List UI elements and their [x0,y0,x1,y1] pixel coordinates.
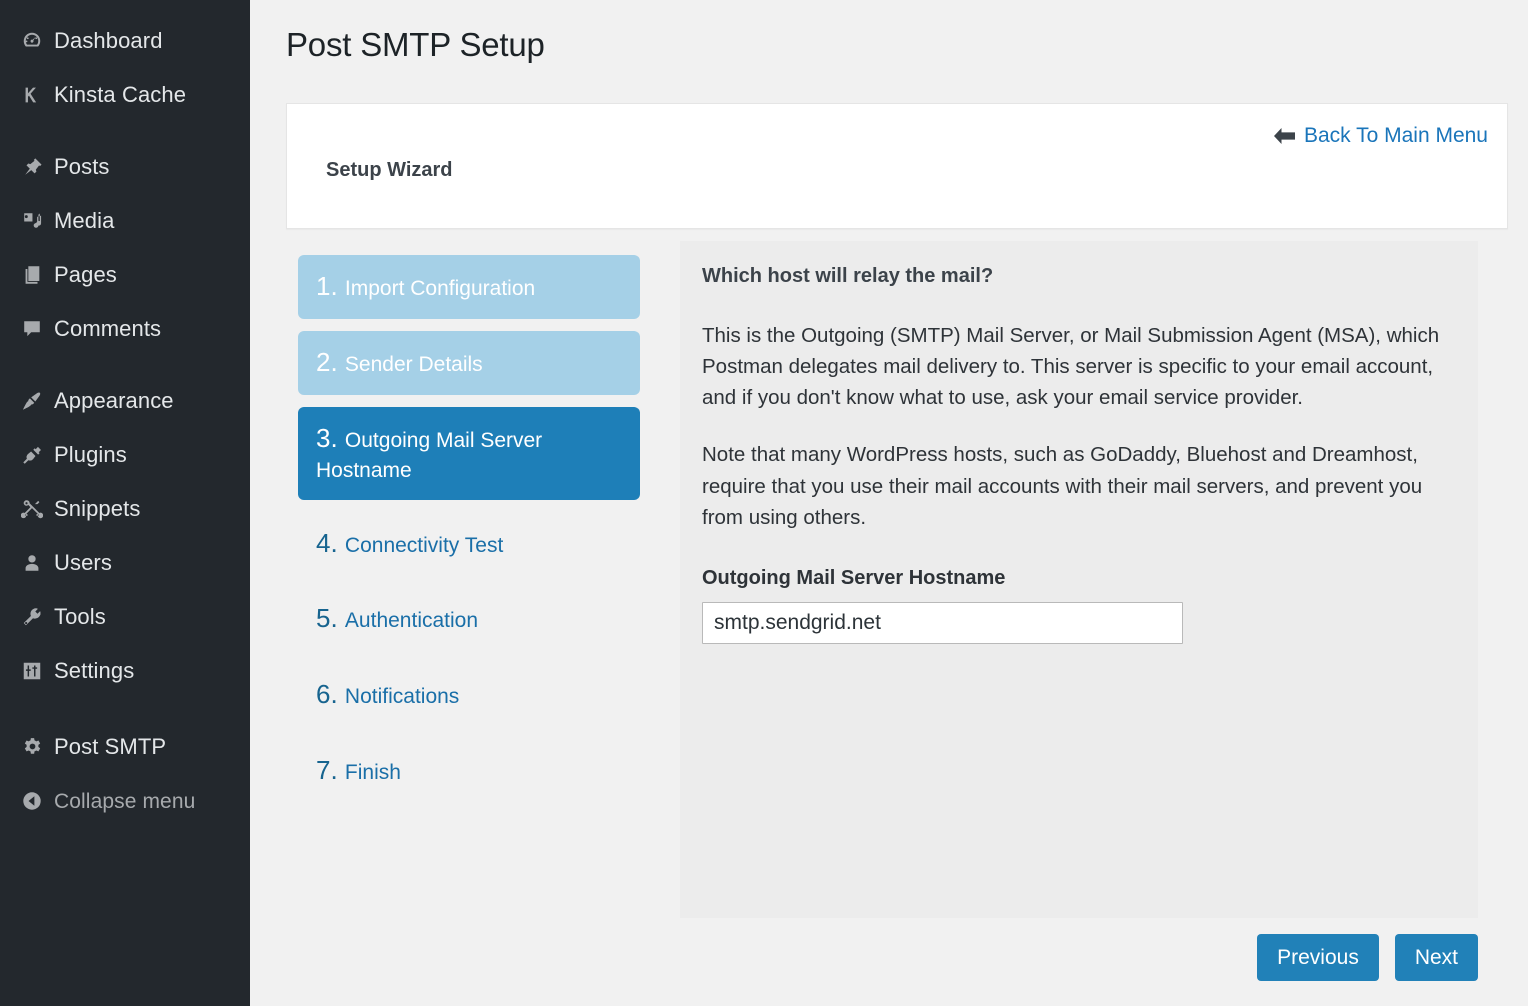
step-label: Sender Details [344,352,483,376]
sidebar-item-users[interactable]: Users [0,536,250,590]
wizard-footer-buttons: Previous Next [1257,934,1478,981]
sidebar-item-label: Collapse menu [54,789,196,813]
sidebar-item-media[interactable]: Media [0,194,250,248]
admin-screen: Dashboard Kinsta Cache Posts Media Pages… [0,0,1528,1006]
page-title: Post SMTP Setup [286,26,545,63]
scissors-icon [10,498,54,520]
hostname-field-label: Outgoing Mail Server Hostname [702,566,1006,589]
sidebar-item-posts[interactable]: Posts [0,140,250,194]
user-icon [10,552,54,574]
sidebar-item-settings[interactable]: Settings [0,644,250,698]
sidebar-item-label: Snippets [54,496,141,521]
step-number: 6. [316,679,345,710]
sidebar-item-label: Kinsta Cache [54,82,187,107]
step-label: Notifications [344,685,460,709]
content-paragraph-1: This is the Outgoing (SMTP) Mail Server,… [702,324,1440,410]
kinsta-k-icon [10,84,54,106]
step-label: Import Configuration [344,277,536,300]
wizard-step-4[interactable]: 4. Connectivity Test [298,512,640,576]
hostname-input[interactable] [702,601,1183,644]
sidebar-divider-1 [0,122,250,140]
sidebar-item-label: Tools [54,604,106,629]
step-number: 2. [316,346,345,377]
main-content-area: Post SMTP Setup Setup Wizard Back To Mai… [250,0,1528,1006]
wizard-header-card: Setup Wizard Back To Main Menu [286,103,1508,229]
wizard-step-6[interactable]: 6. Notifications [298,663,640,727]
wizard-step-5[interactable]: 5. Authentication [298,587,640,651]
step-label: Outgoing Mail Server Hostname [316,428,543,482]
collapse-arrow-icon [10,790,54,812]
sidebar-item-label: Users [54,550,112,575]
sidebar-item-label: Comments [54,316,162,341]
wizard-step-2[interactable]: 2. Sender Details [298,330,640,395]
step-number: 5. [316,603,345,634]
sidebar-item-snippets[interactable]: Snippets [0,482,250,536]
content-paragraph-2: Note that many WordPress hosts, such as … [702,443,1423,529]
wizard-step-list: 1. Import Configuration 2. Sender Detail… [298,255,640,815]
sidebar-item-plugins[interactable]: Plugins [0,428,250,482]
step-number: 4. [316,527,345,558]
step-number: 3. [316,422,345,453]
sidebar-item-pages[interactable]: Pages [0,248,250,302]
wizard-content-panel: Which host will relay the mail? This is … [680,241,1478,918]
sidebar-item-label: Plugins [54,442,127,467]
sidebar-item-label: Settings [54,658,135,683]
sidebar-item-appearance[interactable]: Appearance [0,374,250,428]
wizard-step-3[interactable]: 3. Outgoing Mail Server Hostname [298,406,640,500]
sidebar-item-label: Media [54,208,115,233]
sidebar-item-label: Appearance [54,388,174,413]
step-label: Finish [344,761,401,785]
pages-icon [10,264,54,286]
back-link-label: Back To Main Menu [1303,124,1488,147]
gear-icon [10,736,54,759]
step-number: 7. [316,755,345,786]
sidebar-item-label: Posts [54,154,110,179]
left-arrow-icon [1272,127,1296,145]
next-button[interactable]: Next [1394,934,1478,981]
paintbrush-icon [10,390,54,412]
media-icon [10,210,54,232]
sidebar-item-tools[interactable]: Tools [0,590,250,644]
pin-icon [10,156,54,178]
sidebar-item-collapse-menu[interactable]: Collapse menu [0,774,250,828]
content-heading: Which host will relay the mail? [702,265,994,287]
sidebar-item-post-smtp[interactable]: Post SMTP [0,720,250,774]
admin-sidebar: Dashboard Kinsta Cache Posts Media Pages… [0,0,250,1006]
sidebar-item-kinsta-cache[interactable]: Kinsta Cache [0,68,250,122]
back-to-main-menu-link[interactable]: Back To Main Menu [1272,124,1488,148]
dashboard-icon [10,30,54,52]
plug-icon [10,444,54,466]
step-label: Connectivity Test [344,533,504,557]
sidebar-divider-2 [0,356,250,374]
wizard-step-1[interactable]: 1. Import Configuration [298,255,640,319]
comment-bubble-icon [10,318,54,340]
sidebar-item-label: Dashboard [54,28,163,53]
step-number: 1. [316,271,345,301]
wizard-step-7[interactable]: 7. Finish [298,739,640,803]
wizard-card-title: Setup Wizard [326,159,453,181]
sidebar-divider-3 [0,698,250,720]
wrench-icon [10,606,54,628]
sidebar-item-dashboard[interactable]: Dashboard [0,14,250,68]
sliders-icon [10,660,54,682]
sidebar-item-comments[interactable]: Comments [0,302,250,356]
previous-button[interactable]: Previous [1257,934,1379,981]
step-label: Authentication [344,609,479,633]
sidebar-item-label: Post SMTP [54,734,167,759]
sidebar-item-label: Pages [54,262,117,287]
